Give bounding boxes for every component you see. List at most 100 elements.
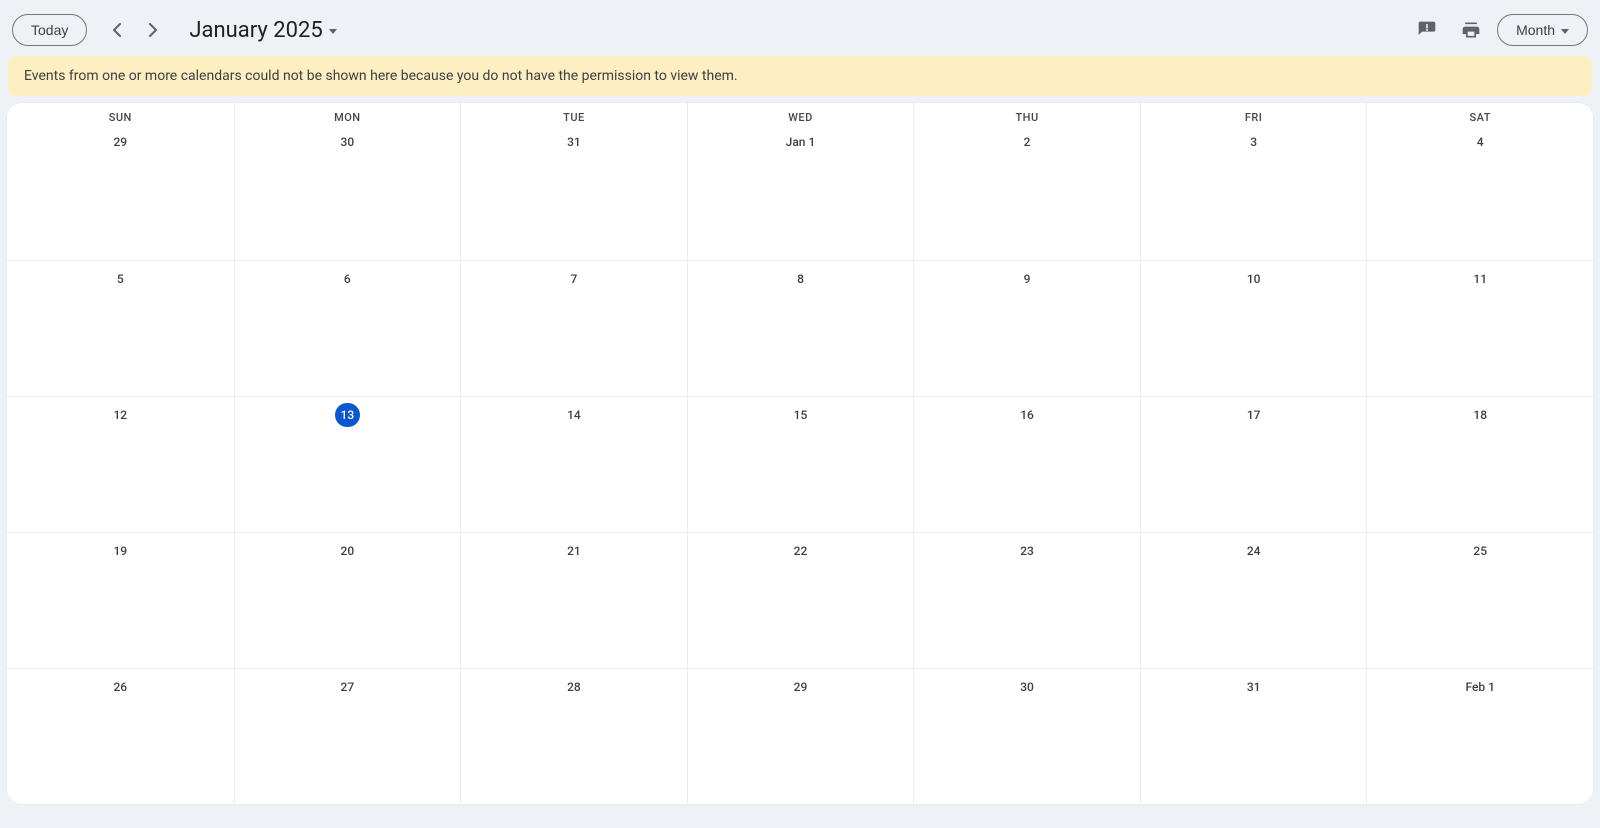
day-cell[interactable]: 2 (913, 124, 1140, 260)
day-number: 9 (1015, 267, 1039, 291)
calendar-week: 26 27 28 29 30 31 Feb 1 (7, 668, 1593, 804)
month-title-label: January 2025 (189, 18, 322, 43)
today-button[interactable]: Today (12, 14, 87, 46)
day-cell[interactable]: 18 (1366, 397, 1593, 532)
day-cell[interactable]: 30 (913, 669, 1140, 804)
feedback-button[interactable] (1409, 12, 1445, 48)
day-header: THU (913, 103, 1140, 124)
day-number: 8 (788, 267, 812, 291)
dropdown-triangle-icon (1561, 29, 1569, 34)
print-button[interactable] (1453, 12, 1489, 48)
day-cell[interactable]: 25 (1366, 533, 1593, 668)
day-number: 31 (1241, 675, 1267, 699)
day-cell[interactable]: Jan 1 (687, 124, 914, 260)
day-number: 30 (1014, 675, 1040, 699)
day-cell[interactable]: 23 (913, 533, 1140, 668)
day-header: WED (687, 103, 914, 124)
day-header: SAT (1366, 103, 1593, 124)
day-cell[interactable]: 31 (1140, 669, 1367, 804)
day-number: 3 (1242, 130, 1266, 154)
permission-warning-banner: Events from one or more calendars could … (8, 56, 1592, 96)
day-cell[interactable]: 8 (687, 261, 914, 396)
day-headers-row: SUNMONTUEWEDTHUFRISAT (7, 103, 1593, 124)
chevron-right-icon (148, 23, 158, 37)
day-number: 2 (1015, 130, 1039, 154)
day-number: 14 (561, 403, 587, 427)
day-number: 6 (335, 267, 359, 291)
day-number: 7 (562, 267, 586, 291)
calendar-toolbar: Today January 2025 (6, 6, 1594, 56)
day-number: 18 (1467, 403, 1493, 427)
day-cell[interactable]: 26 (7, 669, 234, 804)
day-cell[interactable]: 14 (460, 397, 687, 532)
day-cell[interactable]: 6 (234, 261, 461, 396)
day-number: 20 (335, 539, 361, 563)
month-picker[interactable]: January 2025 (189, 18, 336, 43)
calendar-grid: SUNMONTUEWEDTHUFRISAT 293031Jan 12345678… (6, 102, 1594, 805)
day-number: 4 (1468, 130, 1492, 154)
day-cell[interactable]: 17 (1140, 397, 1367, 532)
day-number: 17 (1241, 403, 1267, 427)
print-icon (1461, 20, 1481, 40)
day-number: 31 (561, 130, 587, 154)
day-cell[interactable]: 29 (687, 669, 914, 804)
day-number: 27 (335, 675, 361, 699)
day-cell[interactable]: 30 (234, 124, 461, 260)
prev-month-button[interactable] (99, 12, 135, 48)
day-cell[interactable]: 20 (234, 533, 461, 668)
day-cell[interactable]: 31 (460, 124, 687, 260)
day-number: 29 (107, 130, 133, 154)
calendar-weeks: 293031Jan 123456789101112131415161718192… (7, 124, 1593, 804)
day-number: 5 (108, 267, 132, 291)
day-cell[interactable]: 29 (7, 124, 234, 260)
day-cell[interactable]: 28 (460, 669, 687, 804)
today-button-label: Today (31, 22, 68, 38)
day-cell[interactable]: 11 (1366, 261, 1593, 396)
day-cell[interactable]: 9 (913, 261, 1140, 396)
day-cell[interactable]: 10 (1140, 261, 1367, 396)
day-number: 16 (1014, 403, 1040, 427)
calendar-week: 1213 14 15 16 17 18 (7, 396, 1593, 532)
day-cell[interactable]: 15 (687, 397, 914, 532)
day-number: Feb 1 (1459, 675, 1500, 699)
dropdown-triangle-icon (329, 29, 337, 34)
day-cell[interactable]: 7 (460, 261, 687, 396)
day-cell[interactable]: 16 (913, 397, 1140, 532)
day-cell[interactable]: 13 (234, 397, 461, 532)
day-number: Jan 1 (780, 130, 822, 154)
feedback-icon (1417, 20, 1437, 40)
day-number: 29 (788, 675, 814, 699)
toolbar-left-group: Today January 2025 (12, 12, 337, 48)
day-cell[interactable]: 3 (1140, 124, 1367, 260)
day-header: FRI (1140, 103, 1367, 124)
day-cell[interactable]: Feb 1 (1366, 669, 1593, 804)
calendar-week: 5 6 7 8 9 10 11 (7, 260, 1593, 396)
day-number: 24 (1241, 539, 1267, 563)
calendar-week: 19 20 21 22 23 24 25 (7, 532, 1593, 668)
day-number: 21 (561, 539, 587, 563)
day-number: 10 (1241, 267, 1267, 291)
toolbar-right-group: Month (1409, 12, 1588, 48)
next-month-button[interactable] (135, 12, 171, 48)
day-number: 22 (788, 539, 814, 563)
view-switcher[interactable]: Month (1497, 14, 1588, 46)
day-cell[interactable]: 21 (460, 533, 687, 668)
day-header: MON (234, 103, 461, 124)
day-header: SUN (7, 103, 234, 124)
day-cell[interactable]: 19 (7, 533, 234, 668)
day-number: 25 (1467, 539, 1493, 563)
calendar-week: 29 30 31 Jan 1 2 3 4 (7, 124, 1593, 260)
day-number: 28 (561, 675, 587, 699)
day-number: 19 (107, 539, 133, 563)
day-header: TUE (460, 103, 687, 124)
day-cell[interactable]: 4 (1366, 124, 1593, 260)
warning-message: Events from one or more calendars could … (24, 68, 738, 84)
day-number: 15 (788, 403, 814, 427)
day-cell[interactable]: 24 (1140, 533, 1367, 668)
chevron-left-icon (112, 23, 122, 37)
day-number: 30 (335, 130, 361, 154)
day-cell[interactable]: 5 (7, 261, 234, 396)
day-cell[interactable]: 27 (234, 669, 461, 804)
day-cell[interactable]: 12 (7, 397, 234, 532)
day-cell[interactable]: 22 (687, 533, 914, 668)
